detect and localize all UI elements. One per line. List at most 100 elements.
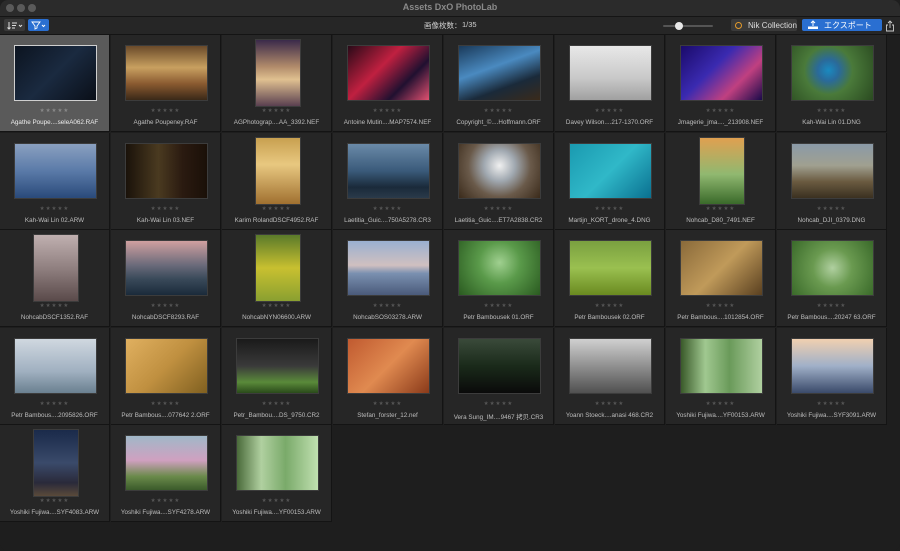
star-rating[interactable]: ★★★★★ [111,108,220,114]
thumbnail-image[interactable] [792,46,873,100]
thumbnail-cell[interactable]: ★★★★★ Copyright_©....Hoffmann.ORF [444,35,554,132]
thumbnail-cell[interactable]: ★★★★★ Laetitia_Guic....750A5278.CR3 [333,132,443,230]
star-rating[interactable]: ★★★★★ [666,108,775,114]
thumbnail-image[interactable] [459,143,540,198]
thumbnail-image[interactable] [681,241,762,295]
sort-menu-button[interactable] [4,19,25,31]
star-rating[interactable]: ★★★★★ [444,206,553,212]
thumbnail-image[interactable] [256,235,300,301]
star-rating[interactable]: ★★★★★ [0,303,109,309]
vertical-scrollbar[interactable] [890,35,900,551]
thumbnail-cell[interactable]: ★★★★★ NohcabSOS03278.ARW [333,230,443,327]
star-rating[interactable]: ★★★★★ [222,498,331,504]
star-rating[interactable]: ★★★★★ [555,401,664,407]
nik-collection-button[interactable]: Nik Collection [731,19,797,31]
thumbnail-image[interactable] [570,46,651,100]
star-rating[interactable]: ★★★★★ [555,108,664,114]
star-rating[interactable]: ★★★★★ [0,108,109,114]
star-rating[interactable]: ★★★★★ [111,206,220,212]
star-rating[interactable]: ★★★★★ [222,108,331,114]
star-rating[interactable]: ★★★★★ [777,108,886,114]
thumbnail-cell[interactable]: ★★★★★ Karim RolandDSCF4952.RAF [222,132,332,230]
star-rating[interactable]: ★★★★★ [0,401,109,407]
thumbnail-image[interactable] [792,241,873,295]
thumbnail-cell[interactable]: ★★★★★ Antoine Mutin....MAP7574.NEF [333,35,443,132]
thumbnail-image[interactable] [348,241,429,295]
thumbnail-image[interactable] [237,436,318,490]
star-rating[interactable]: ★★★★★ [444,303,553,309]
thumbnail-cell[interactable]: ★★★★★ Kah-Wai Lin 02.ARW [0,132,110,230]
star-rating[interactable]: ★★★★★ [111,498,220,504]
thumbnail-cell[interactable]: ★★★★★ Davey Wilson....217-1370.ORF [555,35,665,132]
thumbnail-cell[interactable]: ★★★★★ Petr Bambous....1012854.ORF [666,230,776,327]
star-rating[interactable]: ★★★★★ [777,401,886,407]
star-rating[interactable]: ★★★★★ [222,206,331,212]
thumbnail-cell[interactable]: ★★★★★ Vera Sung_IM....9467 拷贝.CR3 [444,327,554,425]
thumbnail-cell[interactable]: ★★★★★ Petr Bambousek 01.ORF [444,230,554,327]
star-rating[interactable]: ★★★★★ [0,498,109,504]
thumbnail-image[interactable] [126,436,207,490]
star-rating[interactable]: ★★★★★ [555,206,664,212]
thumbnail-image[interactable] [15,46,96,100]
star-rating[interactable]: ★★★★★ [111,303,220,309]
thumbnail-cell[interactable]: ★★★★★ Yoshiki Fujiwa....SYF3091.ARW [777,327,887,425]
star-rating[interactable]: ★★★★★ [222,401,331,407]
thumbnail-image[interactable] [792,143,873,198]
thumbnail-cell[interactable]: ★★★★★ Petr Bambous....2095826.ORF [0,327,110,425]
star-rating[interactable]: ★★★★★ [777,303,886,309]
thumbnail-cell[interactable]: ★★★★★ Yoshiki Fujiwa....SYF4278.ARW [111,425,221,522]
star-rating[interactable]: ★★★★★ [333,401,442,407]
thumbnail-cell[interactable]: ★★★★★ Laetitia_Guic....ET7A2838.CR2 [444,132,554,230]
star-rating[interactable]: ★★★★★ [444,401,553,407]
star-rating[interactable]: ★★★★★ [666,401,775,407]
thumbnail-cell[interactable]: ★★★★★ Petr Bambous....077642 2.ORF [111,327,221,425]
thumbnail-image[interactable] [256,137,300,204]
thumbnail-cell[interactable]: ★★★★★ Agathe Poupeney.RAF [111,35,221,132]
star-rating[interactable]: ★★★★★ [333,206,442,212]
thumbnail-cell[interactable]: ★★★★★ NohcabDSCF8293.RAF [111,230,221,327]
thumbnail-cell[interactable]: ★★★★★ Yoshiki Fujiwa....SYF4083.ARW [0,425,110,522]
thumbnail-image[interactable] [126,338,207,393]
thumbnail-cell[interactable]: ★★★★★ Yoann Stoeck....anasi 468.CR2 [555,327,665,425]
thumbnail-image[interactable] [34,235,78,301]
thumbnail-cell[interactable]: ★★★★★ NohcabDSCF1352.RAF [0,230,110,327]
star-rating[interactable]: ★★★★★ [555,303,664,309]
share-button[interactable] [885,19,895,32]
thumbnail-cell[interactable]: ★★★★★ Nohcab_DJI_0379.DNG [777,132,887,230]
thumbnail-cell[interactable]: ★★★★★ Petr Bambous....20247 63.ORF [777,230,887,327]
thumbnail-cell[interactable]: ★★★★★ NohcabNYN06600.ARW [222,230,332,327]
thumbnail-cell[interactable]: ★★★★★ Kah-Wai Lin 03.NEF [111,132,221,230]
star-rating[interactable]: ★★★★★ [333,303,442,309]
thumbnail-cell[interactable]: ★★★★★ Petr Bambousek 02.ORF [555,230,665,327]
thumbnail-image[interactable] [570,143,651,198]
star-rating[interactable]: ★★★★★ [444,108,553,114]
star-rating[interactable]: ★★★★★ [666,303,775,309]
thumbnail-image[interactable] [34,430,78,496]
star-rating[interactable]: ★★★★★ [666,206,775,212]
thumbnail-cell[interactable]: ★★★★★ Jmagerie_jma...._213908.NEF [666,35,776,132]
star-rating[interactable]: ★★★★★ [333,108,442,114]
export-button[interactable]: エクスポート [802,19,882,31]
star-rating[interactable]: ★★★★★ [111,401,220,407]
thumbnail-image[interactable] [459,46,540,100]
thumbnail-image[interactable] [570,241,651,295]
thumbnail-cell[interactable]: ★★★★★ Kah-Wai Lin 01.DNG [777,35,887,132]
thumbnail-image[interactable] [348,46,429,100]
thumbnail-image[interactable] [681,46,762,100]
thumbnail-cell[interactable]: ★★★★★ Nohcab_D80_7491.NEF [666,132,776,230]
thumbnail-size-slider-knob[interactable] [675,21,683,30]
thumbnail-cell[interactable]: ★★★★★ Petr_Bambou....DS_9750.CR2 [222,327,332,425]
thumbnail-cell[interactable]: ★★★★★ Martijn_KORT_drone_4.DNG [555,132,665,230]
star-rating[interactable]: ★★★★★ [0,206,109,212]
thumbnail-image[interactable] [348,338,429,393]
thumbnail-image[interactable] [15,143,96,198]
thumbnail-image[interactable] [126,46,207,100]
thumbnail-image[interactable] [459,338,540,393]
thumbnail-cell[interactable]: ★★★★★ Agathe Poupe....seleA062.RAF [0,35,110,132]
thumbnail-image[interactable] [681,338,762,393]
thumbnail-cell[interactable]: ★★★★★ Yoshiki Fujiwa....YF00153.ARW [222,425,332,522]
star-rating[interactable]: ★★★★★ [777,206,886,212]
thumbnail-image[interactable] [237,338,318,393]
thumbnail-image[interactable] [126,143,207,198]
thumbnail-image[interactable] [15,338,96,393]
